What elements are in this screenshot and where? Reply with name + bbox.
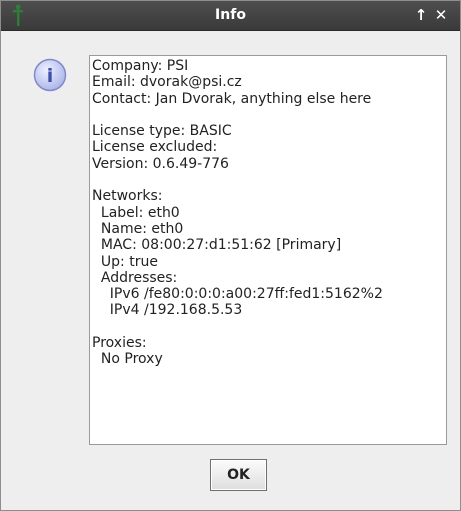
- info-line: Proxies:: [92, 335, 147, 352]
- title-bar[interactable]: Info ↑ ✕: [1, 1, 460, 31]
- info-glyph: i: [47, 65, 54, 87]
- info-line: License type: BASIC: [92, 123, 232, 140]
- info-line: Label: eth0: [92, 204, 180, 221]
- info-line: Company: PSI: [92, 58, 189, 74]
- ok-button[interactable]: OK: [210, 459, 267, 491]
- info-line: Up: true: [92, 253, 158, 270]
- info-line: MAC: 08:00:27:d1:51:62 [Primary]: [92, 237, 342, 254]
- info-line: Addresses:: [92, 269, 178, 286]
- close-icon[interactable]: ✕: [432, 6, 450, 24]
- info-dialog: Info ↑ ✕ i Company: PSI Email: dvorak@psi…: [0, 0, 461, 511]
- maximize-icon[interactable]: ↑: [412, 6, 430, 24]
- info-text-area[interactable]: Company: PSI Email: dvorak@psi.cz Contact:…: [89, 55, 447, 445]
- info-line: Email: dvorak@psi.cz: [92, 74, 242, 91]
- info-line: Networks:: [92, 188, 163, 205]
- info-line: IPv6 /fe80:0:0:0:a00:27ff:fed1:5162%2: [92, 286, 383, 303]
- info-line: IPv4 /192.168.5.53: [92, 302, 243, 319]
- info-line: Version: 0.6.49-776: [92, 155, 229, 172]
- info-line: License excluded:: [92, 139, 218, 156]
- info-line: Contact: Jan Dvorak, anything else here: [92, 90, 372, 107]
- info-icon: i: [33, 58, 67, 92]
- info-line: Name: eth0: [92, 220, 184, 237]
- window-title: Info: [215, 7, 246, 23]
- info-line: No Proxy: [92, 351, 163, 368]
